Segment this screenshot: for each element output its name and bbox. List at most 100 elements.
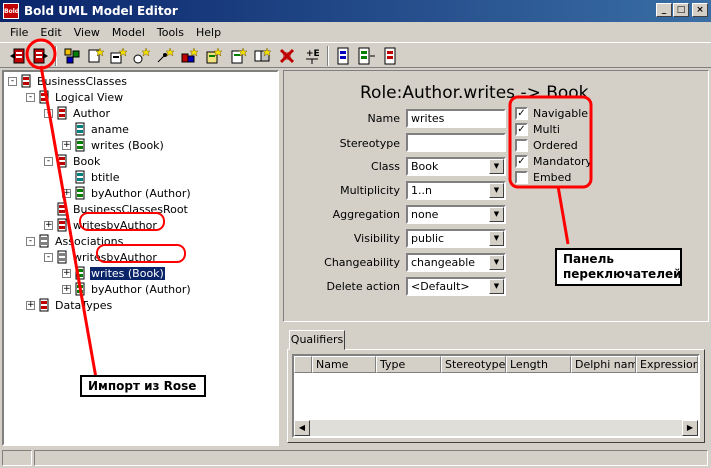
view-1-icon[interactable]: [333, 46, 353, 66]
check-model-icon[interactable]: [62, 46, 82, 66]
tree-item[interactable]: writesbyAuthor: [56, 249, 158, 265]
tree-expander[interactable]: +: [62, 269, 71, 278]
scroll-right-icon[interactable]: ▶: [682, 420, 698, 436]
multi-checkbox[interactable]: ✓ Multi: [515, 123, 560, 136]
tree-expander[interactable]: -: [44, 109, 53, 118]
tree-expander[interactable]: +: [26, 301, 35, 310]
tree-item[interactable]: BusinessClassesRoot: [56, 201, 189, 217]
tree-item[interactable]: Logical View: [38, 89, 124, 105]
mandatory-checkbox[interactable]: ✓ Mandatory: [515, 155, 592, 168]
tree-expander[interactable]: +: [62, 141, 71, 150]
chevron-down-icon[interactable]: ▼: [489, 183, 504, 198]
tree-class-icon: [57, 218, 67, 232]
tab-qualifiers[interactable]: Qualifiers: [289, 330, 345, 350]
col-type[interactable]: Type: [376, 356, 441, 373]
tree-item[interactable]: writes (Book): [74, 265, 165, 281]
menu-edit[interactable]: Edit: [34, 26, 67, 39]
class-label: Class: [371, 160, 400, 173]
chevron-down-icon[interactable]: ▼: [489, 159, 504, 174]
multiplicity-label: Multiplicity: [340, 184, 400, 197]
menu-model[interactable]: Model: [106, 26, 151, 39]
tree-item[interactable]: writesbyAuthor: [56, 217, 158, 233]
tree-class-icon: [57, 202, 67, 216]
status-bar: [0, 448, 711, 468]
new-class-icon[interactable]: [85, 46, 105, 66]
changeability-select[interactable]: changeable ▼: [406, 253, 506, 272]
col-expression-name[interactable]: Expression n: [636, 356, 698, 373]
tree-item[interactable]: Author: [56, 105, 111, 121]
tree-expander[interactable]: -: [26, 237, 35, 246]
tree-expander[interactable]: -: [26, 93, 35, 102]
menu-view[interactable]: View: [68, 26, 106, 39]
col-delphi-name[interactable]: Delphi name: [571, 356, 636, 373]
embed-checkbox[interactable]: Embed: [515, 171, 571, 184]
tagged-values-icon[interactable]: [252, 46, 272, 66]
qualifiers-panel: Name Type Stereotype Length Delphi name …: [283, 324, 709, 446]
svg-text:+E: +E: [306, 49, 320, 59]
visibility-value: public: [411, 232, 445, 245]
tree-item[interactable]: byAuthor (Author): [74, 185, 192, 201]
col-length[interactable]: Length: [506, 356, 571, 373]
menu-help[interactable]: Help: [190, 26, 227, 39]
delete-icon[interactable]: [228, 46, 248, 66]
new-association-icon[interactable]: [179, 46, 199, 66]
tree-assoc-icon: [39, 234, 49, 248]
aggregation-value: none: [411, 208, 439, 221]
mandatory-check: ✓: [515, 155, 528, 168]
new-method-icon[interactable]: [131, 46, 151, 66]
chevron-down-icon[interactable]: ▼: [489, 279, 504, 294]
chevron-down-icon[interactable]: ▼: [489, 207, 504, 222]
tree-item-label: aname: [91, 122, 129, 136]
ordered-checkbox[interactable]: Ordered: [515, 139, 578, 152]
import-callout: Импорт из Rose: [80, 375, 206, 397]
tree-item[interactable]: byAuthor (Author): [74, 281, 192, 297]
tree-expander[interactable]: -: [8, 77, 17, 86]
tree-item[interactable]: btitle: [74, 169, 121, 185]
tree-expander[interactable]: -: [44, 253, 53, 262]
import-icon[interactable]: [8, 46, 28, 66]
tree-item-label: BusinessClassesRoot: [73, 202, 188, 216]
tree-attribute-icon: [75, 170, 85, 184]
tree-item[interactable]: aname: [74, 121, 130, 137]
tree-item[interactable]: BusinessClasses: [20, 73, 128, 89]
tree-item[interactable]: Book: [56, 153, 101, 169]
tree-item[interactable]: Associations: [38, 233, 124, 249]
close-button[interactable]: ×: [692, 3, 708, 17]
horizontal-scrollbar[interactable]: ◀ ▶: [294, 420, 698, 436]
new-role-icon[interactable]: [203, 46, 223, 66]
qualifiers-grid[interactable]: Name Type Stereotype Length Delphi name …: [292, 354, 700, 438]
new-package-icon[interactable]: [155, 46, 175, 66]
navigable-checkbox[interactable]: ✓ Navigable: [515, 107, 588, 120]
tree-item[interactable]: DataTypes: [38, 297, 113, 313]
menu-file[interactable]: File: [4, 26, 34, 39]
tree-expander[interactable]: +: [62, 285, 71, 294]
tree-expander[interactable]: +: [44, 221, 53, 230]
tree-item-label: DataTypes: [55, 298, 113, 312]
maximize-button[interactable]: □: [673, 3, 689, 17]
chevron-down-icon[interactable]: ▼: [489, 255, 504, 270]
settings-icon[interactable]: [277, 46, 297, 66]
col-stereotype[interactable]: Stereotype: [441, 356, 506, 373]
chevron-down-icon[interactable]: ▼: [489, 231, 504, 246]
tree-expander[interactable]: +: [62, 189, 71, 198]
delete-action-select[interactable]: <Default> ▼: [406, 277, 506, 296]
tree-item[interactable]: writes (Book): [74, 137, 165, 153]
view-2-icon[interactable]: [356, 46, 376, 66]
tree-item-label: byAuthor (Author): [91, 186, 191, 200]
multiplicity-select[interactable]: 1..n ▼: [406, 181, 506, 200]
tree-item-label: btitle: [91, 170, 120, 184]
visibility-select[interactable]: public ▼: [406, 229, 506, 248]
view-3-icon[interactable]: [380, 46, 400, 66]
minimize-button[interactable]: _: [656, 3, 672, 17]
tree-expander[interactable]: -: [44, 157, 53, 166]
new-attribute-icon[interactable]: [108, 46, 128, 66]
export-icon[interactable]: [30, 46, 50, 66]
menu-tools[interactable]: Tools: [151, 26, 190, 39]
aggregation-select[interactable]: none ▼: [406, 205, 506, 224]
name-input[interactable]: writes: [406, 109, 506, 128]
col-name[interactable]: Name: [312, 356, 376, 373]
class-select[interactable]: Book ▼: [406, 157, 506, 176]
add-icon[interactable]: +E: [302, 46, 322, 66]
scroll-left-icon[interactable]: ◀: [294, 420, 310, 436]
stereotype-input[interactable]: [406, 133, 506, 152]
